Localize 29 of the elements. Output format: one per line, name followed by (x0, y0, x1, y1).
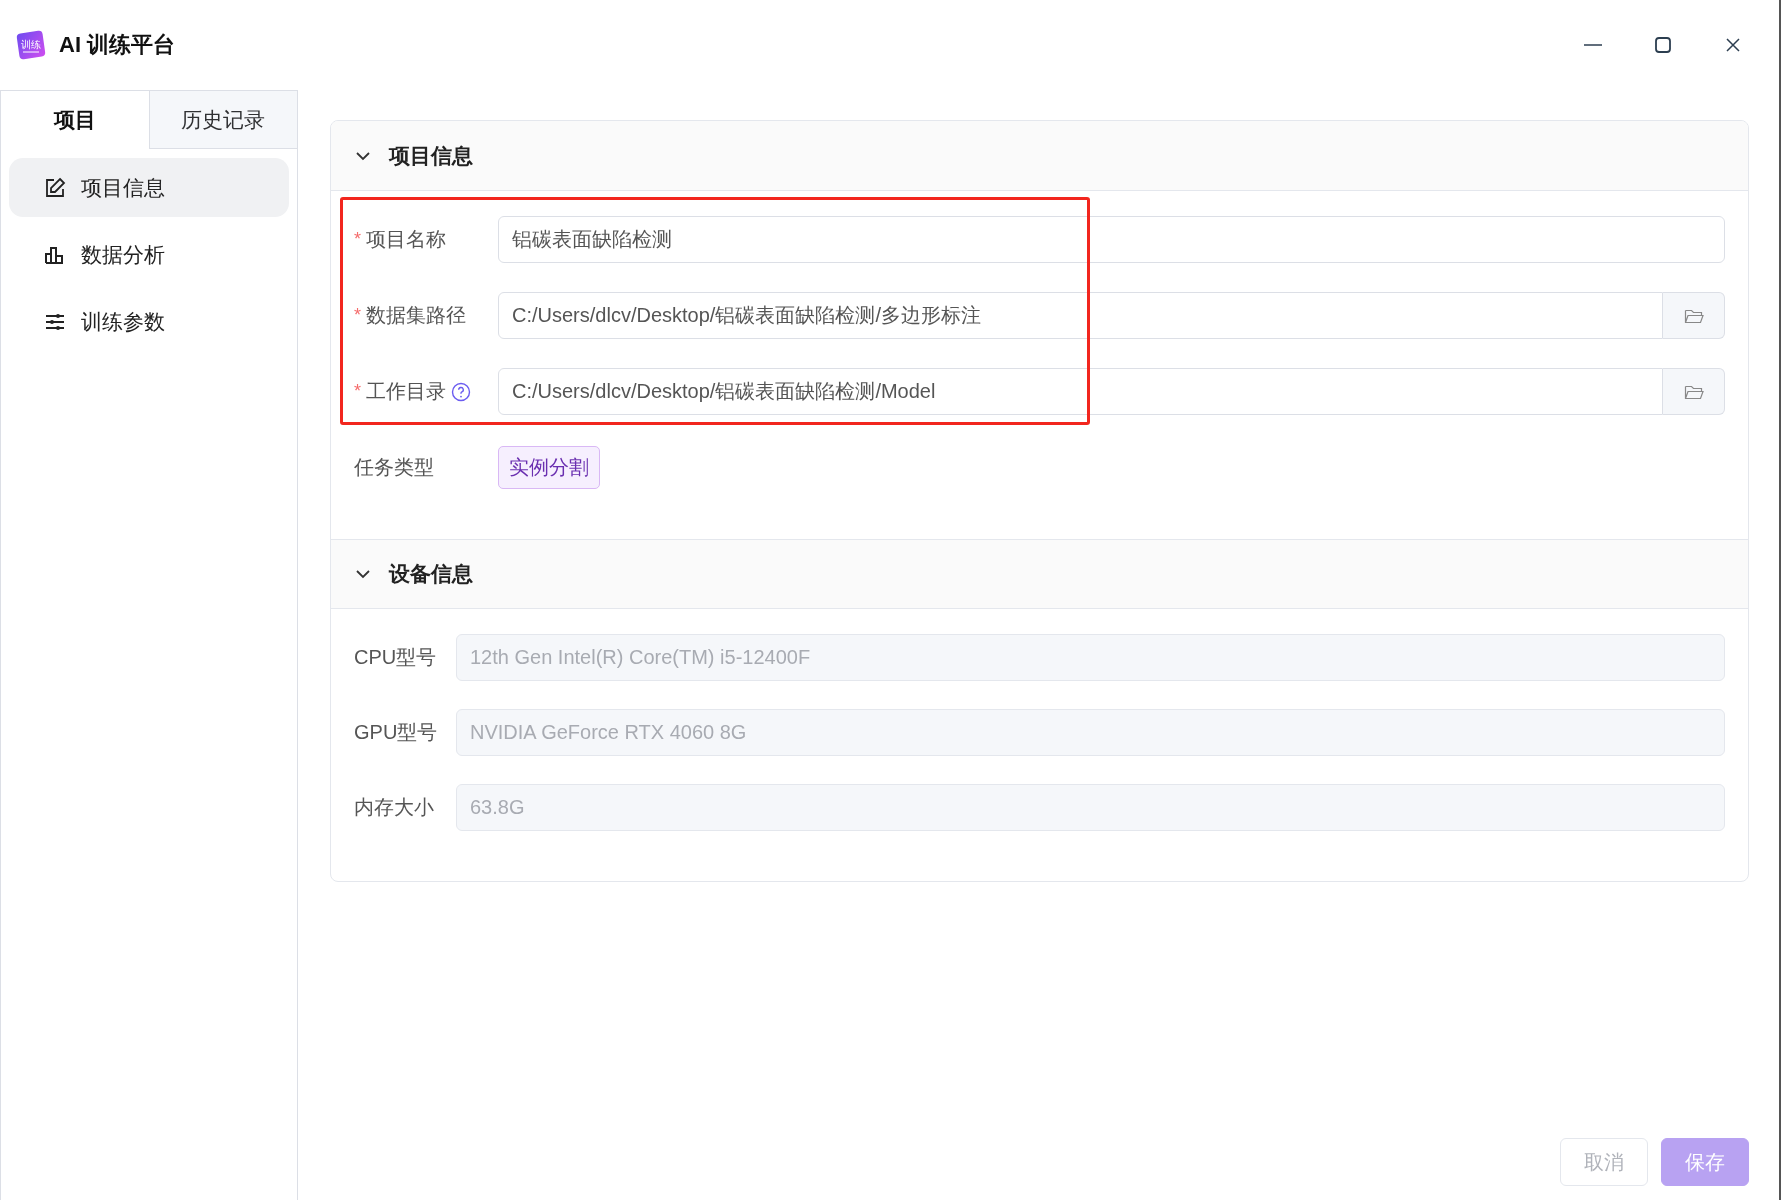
input-field[interactable]: C:/Users/dlcv/Desktop/铝碳表面缺陷检测/多边形标注 (498, 292, 1663, 339)
help-icon[interactable] (451, 381, 471, 402)
required-mark: * (354, 381, 361, 402)
field-label: 数据集路径 (366, 303, 466, 328)
input-field[interactable]: C:/Users/dlcv/Desktop/铝碳表面缺陷检测/Model (498, 368, 1663, 415)
sidebar-item[interactable]: 项目信息 (9, 158, 289, 217)
edit-icon (43, 175, 67, 200)
field-label: 任务类型 (354, 455, 434, 480)
sidebar-tab[interactable]: 历史记录 (148, 91, 297, 149)
folder-button[interactable] (1663, 292, 1725, 339)
section-title: 设备信息 (389, 561, 473, 587)
field-label: CPU型号 (354, 645, 437, 670)
required-mark: * (354, 229, 361, 250)
window-title: AI 训练平台 (59, 31, 176, 59)
field-label: GPU型号 (354, 720, 438, 745)
sidebar-item[interactable]: 训练参数 (9, 292, 289, 351)
field-label: 项目名称 (366, 227, 446, 252)
field-label: 内存大小 (354, 795, 434, 820)
sidebar-item[interactable]: 数据分析 (9, 225, 289, 284)
folder-button[interactable] (1663, 368, 1725, 415)
section-title: 项目信息 (389, 142, 473, 169)
task-type-tag: 实例分割 (498, 446, 600, 489)
input-field[interactable]: 铝碳表面缺陷检测 (498, 216, 1725, 263)
section-header[interactable]: 项目信息 (331, 121, 1748, 191)
app-logo: 训练 (15, 29, 47, 61)
section-header[interactable]: 设备信息 (331, 539, 1748, 609)
required-mark: * (354, 305, 361, 326)
field-label: 工作目录 (366, 379, 446, 404)
minimize-icon (1584, 44, 1602, 46)
